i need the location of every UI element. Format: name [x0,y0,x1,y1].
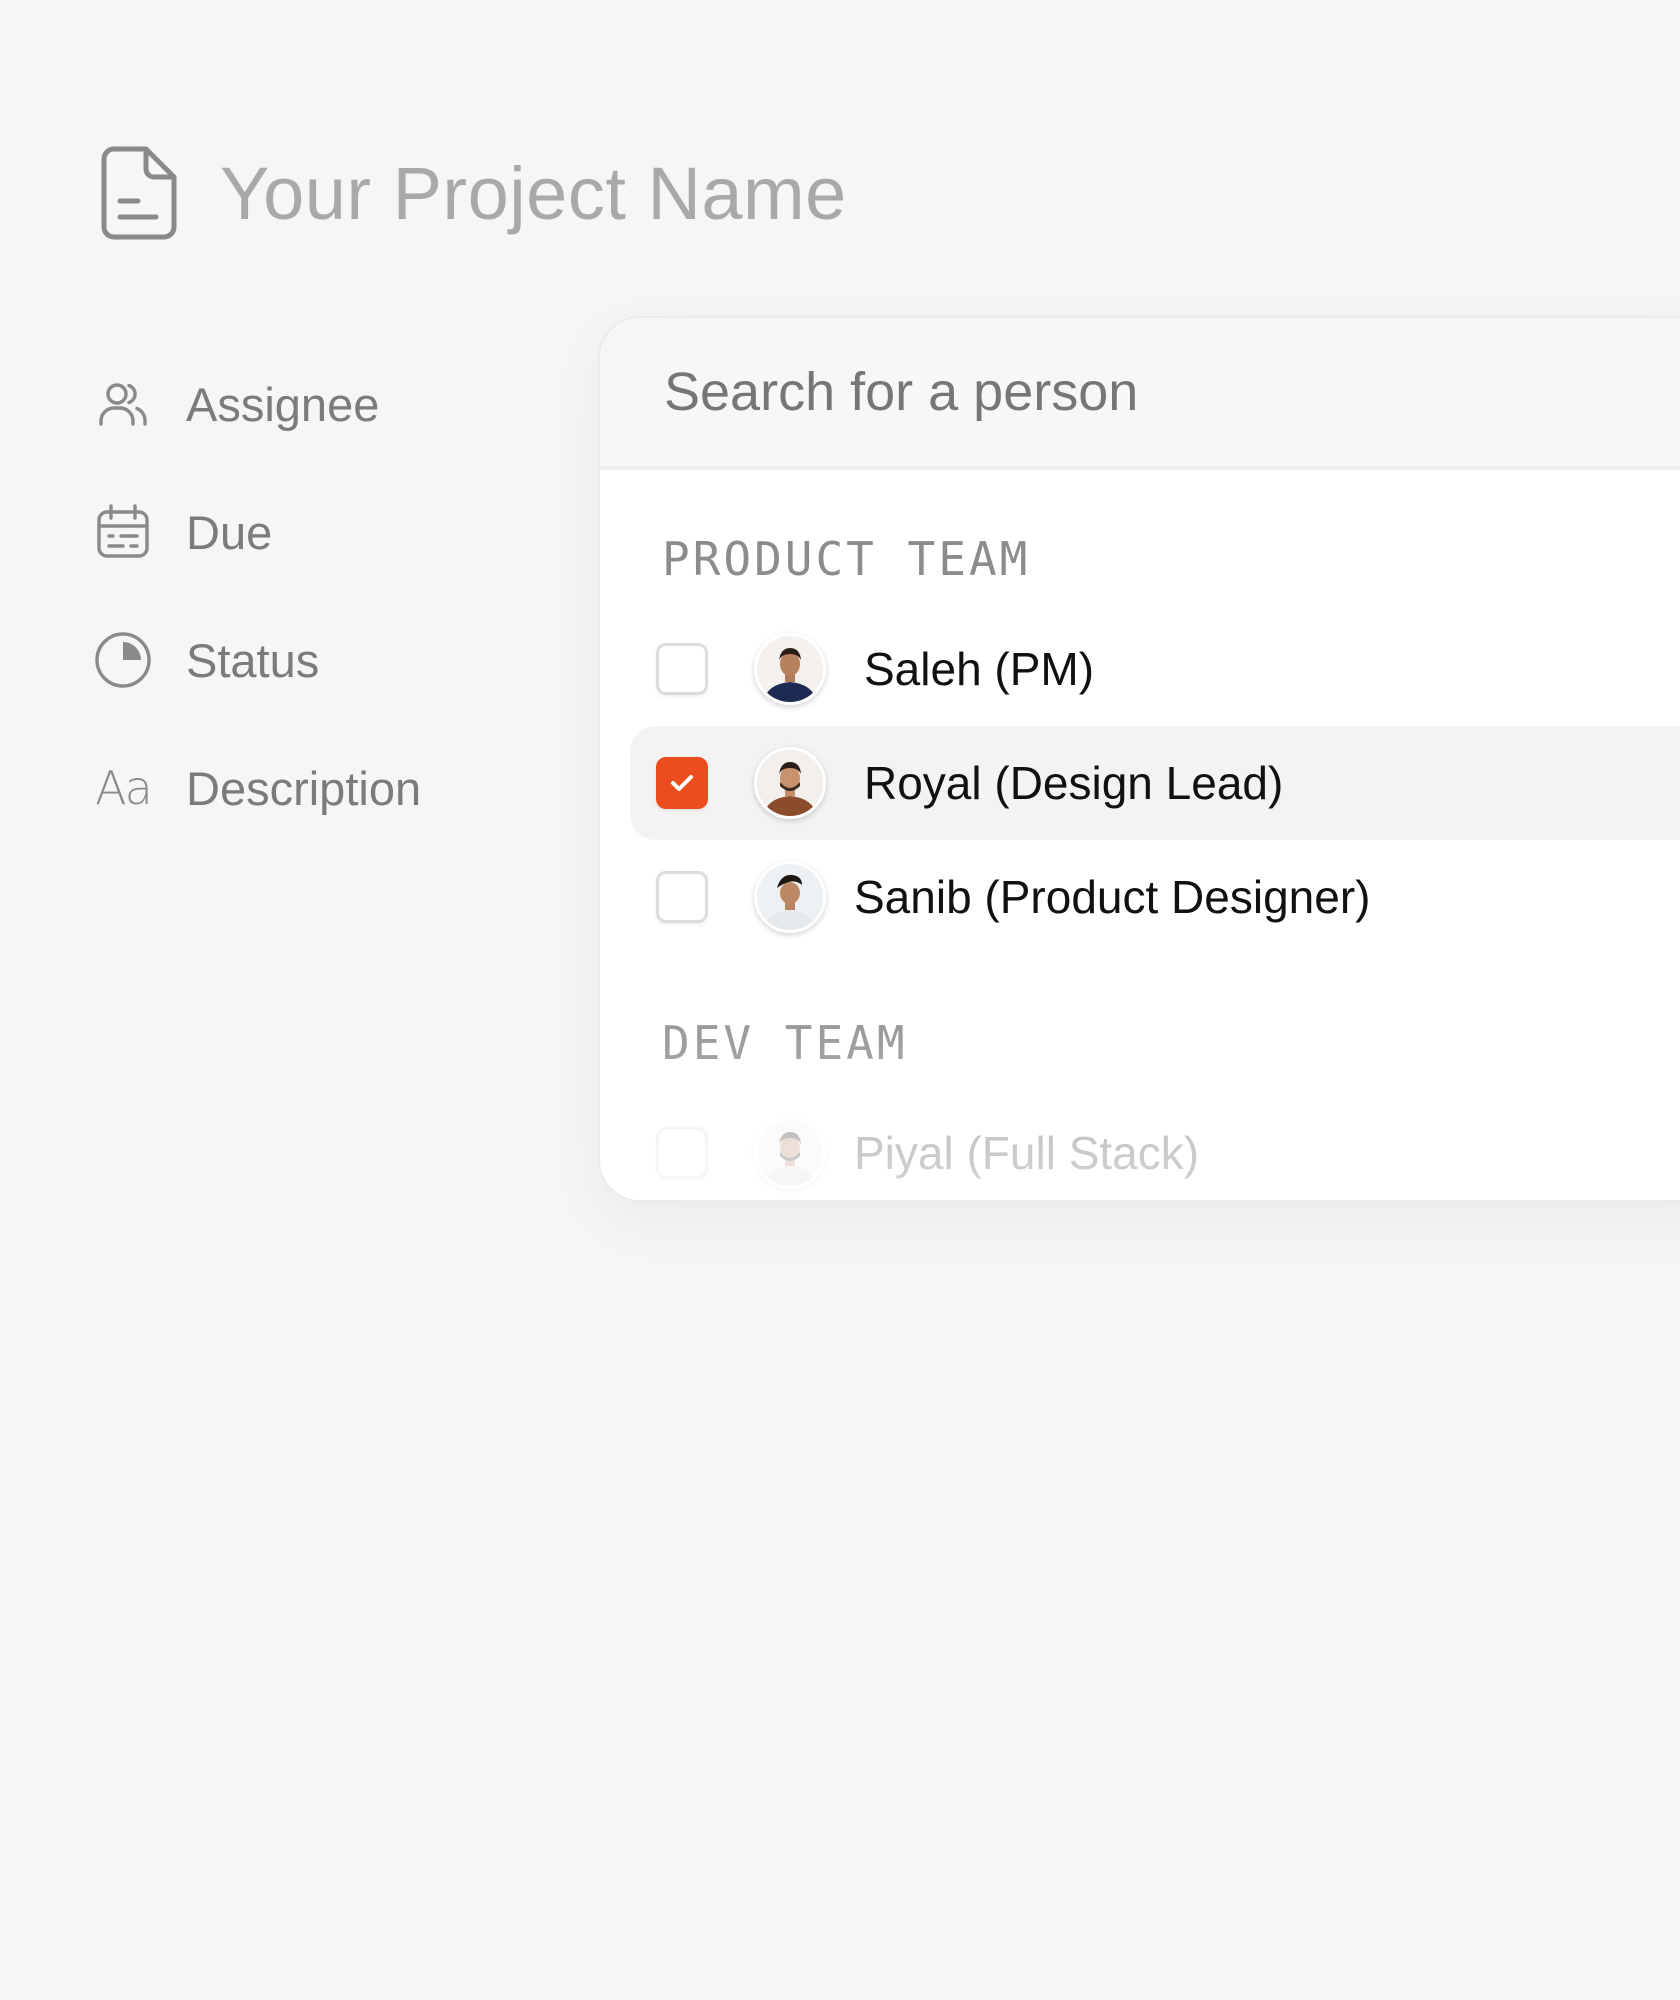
person-name: Royal (Design Lead) [864,757,1284,809]
group-title: DEV TEAM [662,1016,908,1070]
users-icon [92,373,154,435]
checkbox-checked[interactable] [656,757,708,809]
avatar [754,1117,826,1189]
property-assignee[interactable]: Assignee [92,340,421,468]
avatar [754,747,826,819]
project-name[interactable]: Your Project Name [220,151,847,236]
property-label: Status [186,633,320,687]
avatar [754,633,826,705]
property-label: Due [186,505,273,559]
group-title: PRODUCT TEAM [662,532,1031,586]
document-icon [100,145,178,241]
check-icon [671,775,693,791]
project-title: Your Project Name [100,145,847,241]
person-option-selected[interactable]: Royal (Design Lead) [630,726,1680,840]
property-list: Assignee Due Status Aa Description [92,340,421,852]
property-due[interactable]: Due [92,468,421,596]
calendar-icon [92,501,154,563]
avatar [754,861,826,933]
property-label: Description [186,761,422,815]
pie-status-icon [92,629,154,691]
search-bar [600,318,1680,470]
page: Your Project Name Assignee Due Status Aa… [0,0,1680,2000]
checkbox[interactable] [656,643,708,695]
person-name: Sanib (Product Designer) [854,871,1371,923]
property-label: Assignee [186,377,380,431]
property-description[interactable]: Aa Description [92,724,421,852]
person-option[interactable]: Sanib (Product Designer) [630,840,1680,954]
checkbox[interactable] [656,1127,708,1179]
person-option[interactable]: Saleh (PM) [630,612,1680,726]
text-aa-icon: Aa [95,761,153,815]
checkbox[interactable] [656,871,708,923]
person-name: Saleh (PM) [864,643,1095,695]
person-picker-panel: PRODUCT TEAM Saleh (PM) [598,316,1680,1202]
search-input[interactable] [662,360,1566,424]
person-option[interactable]: Piyal (Full Stack) [630,1096,1680,1200]
person-name: Piyal (Full Stack) [854,1127,1200,1179]
property-status[interactable]: Status [92,596,421,724]
